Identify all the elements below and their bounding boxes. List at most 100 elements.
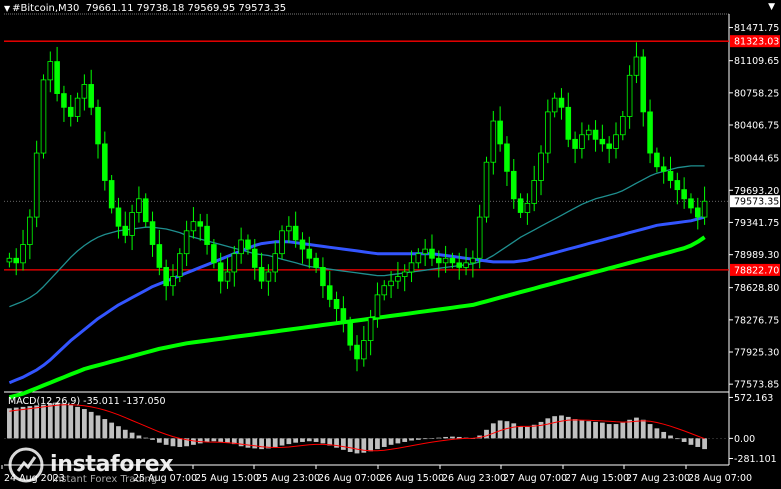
macd-histogram-bar <box>443 436 448 439</box>
candle-body <box>347 321 353 346</box>
candle-body <box>149 221 156 245</box>
candle-body <box>545 111 551 154</box>
macd-histogram-bar <box>122 429 128 439</box>
macd-histogram-bar <box>68 404 74 439</box>
price-tick-label: 77925.30 <box>734 348 779 359</box>
macd-histogram-bar <box>702 438 707 450</box>
candle-body <box>613 134 619 149</box>
macd-histogram-bar <box>613 424 619 439</box>
macd-histogram-bar <box>61 403 67 439</box>
macd-histogram-bar <box>300 438 305 442</box>
macd-histogram-bar <box>136 435 142 439</box>
candle-body <box>231 253 238 273</box>
price-tick-label: 79341.75 <box>734 218 779 229</box>
macd-histogram-bar <box>695 438 701 447</box>
macd-histogram-bar <box>647 424 653 439</box>
macd-histogram-bar <box>102 419 108 439</box>
chart-header: ▼ #Bitcoin,M30 79661.11 79738.18 79569.95… <box>4 3 286 14</box>
candle-body <box>27 216 33 245</box>
macd-histogram-bar <box>450 436 455 439</box>
candle-body <box>463 262 469 268</box>
candle-body <box>422 248 428 255</box>
macd-histogram-bar <box>620 422 626 439</box>
candle-body <box>286 225 292 232</box>
candle-body <box>504 143 510 172</box>
macd-histogram-bar <box>116 426 121 439</box>
scroll-end-arrow-icon[interactable]: ▼ <box>768 2 775 12</box>
macd-histogram-bar <box>593 421 598 439</box>
macd-histogram-bar <box>150 438 155 440</box>
candle-body <box>531 180 537 204</box>
candle-body <box>88 84 94 108</box>
macd-histogram-bar <box>279 438 285 446</box>
candle-body <box>538 152 544 181</box>
macd-histogram-bar <box>525 426 530 439</box>
candle-body <box>67 106 74 117</box>
candle-body <box>177 253 183 277</box>
candle-body <box>367 317 374 341</box>
macd-histogram-bar <box>586 421 592 439</box>
candle-body <box>20 244 26 264</box>
time-tick-label: 28 Aug 07:00 <box>688 473 752 484</box>
chart-background <box>0 0 781 489</box>
macd-histogram-bar <box>95 415 101 439</box>
macd-histogram-bar <box>381 438 387 447</box>
candle-body <box>251 248 258 268</box>
collapse-triangle-icon[interactable]: ▼ <box>4 4 10 13</box>
macd-histogram-bar <box>429 438 435 439</box>
price-tick-label: 81109.65 <box>734 56 779 67</box>
time-tick-label: 26 Aug 15:00 <box>380 473 444 484</box>
candle-body <box>224 271 231 282</box>
candle-body <box>606 143 612 149</box>
level-price-label: 78822.70 <box>734 265 779 276</box>
price-tick-label: 78989.30 <box>734 250 779 261</box>
macd-histogram-bar <box>354 438 360 454</box>
candle-body <box>156 244 163 268</box>
candle-body <box>279 230 285 255</box>
macd-histogram-bar <box>375 438 380 450</box>
macd-histogram-bar <box>395 438 401 444</box>
candle-body <box>660 166 667 172</box>
candle-body <box>470 257 476 264</box>
macd-histogram-bar <box>599 422 605 439</box>
candle-body <box>217 262 224 282</box>
candle-body <box>354 344 360 360</box>
macd-histogram-bar <box>681 438 687 442</box>
candle-body <box>129 212 135 236</box>
macd-histogram-bar <box>579 420 585 439</box>
macd-histogram-bar <box>511 423 517 439</box>
time-tick-label: 27 Aug 07:00 <box>503 473 567 484</box>
candle-body <box>551 97 558 113</box>
macd-histogram-bar <box>109 422 115 439</box>
watermark-subtitle: Instant Forex Trading <box>52 474 158 485</box>
candle-body <box>54 61 60 94</box>
candle-body <box>388 280 394 287</box>
macd-histogram-bar <box>559 415 564 439</box>
macd-histogram-bar <box>225 438 230 443</box>
macd-histogram-bar <box>20 406 26 439</box>
macd-histogram-bar <box>293 438 299 443</box>
time-tick-label: 26 Aug 07:00 <box>318 473 382 484</box>
macd-histogram-bar <box>409 438 414 441</box>
candle-body <box>326 285 333 300</box>
ohlc-quote: 79661.11 79738.18 79569.95 79573.35 <box>85 3 287 14</box>
macd-histogram-bar <box>259 438 264 450</box>
macd-histogram-bar <box>606 424 612 439</box>
price-tick-label: 80406.75 <box>734 120 779 131</box>
macd-histogram-bar <box>422 438 428 440</box>
candle-body <box>401 271 408 277</box>
macd-histogram-bar <box>211 438 217 442</box>
candle-body <box>490 120 497 163</box>
candle-body <box>483 161 490 218</box>
candle-body <box>517 198 524 213</box>
macd-histogram-bar <box>640 419 646 439</box>
price-chart[interactable]: 572.163 0.00 -281.101 81471.75 81109.65 80758… <box>0 0 781 489</box>
macd-histogram-bar <box>572 419 578 439</box>
macd-histogram-bar <box>497 420 503 439</box>
candle-body <box>565 106 572 140</box>
macd-histogram-bar <box>163 438 169 445</box>
candle-body <box>449 257 456 264</box>
candle-body <box>320 267 326 287</box>
candle-body <box>183 230 190 255</box>
candle-body <box>33 152 40 218</box>
